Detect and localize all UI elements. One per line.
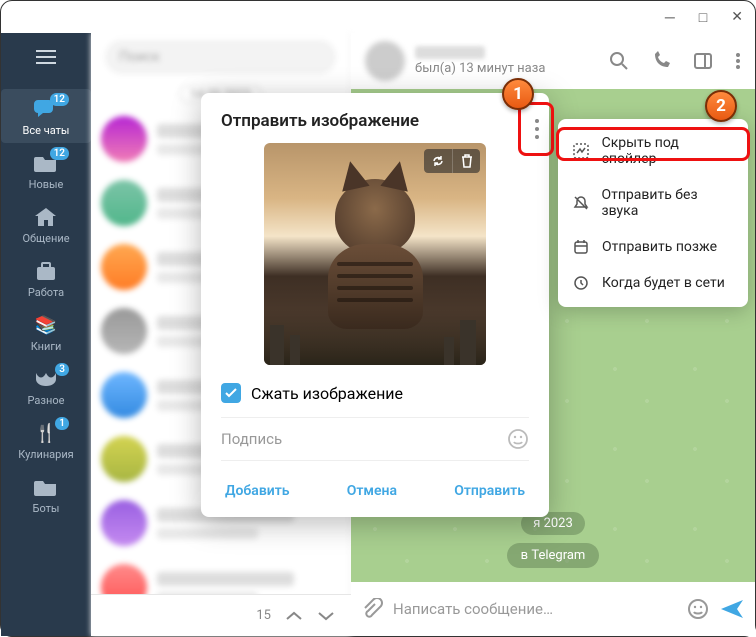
message-input[interactable]: Написать сообщение…	[393, 600, 677, 618]
send-image-dialog: Отправить изображение Сжать изображ	[201, 93, 549, 517]
window-controls: ─ □ ✕	[1, 1, 755, 33]
calendar-icon	[572, 239, 590, 255]
clock-icon	[572, 275, 590, 291]
home-icon	[32, 205, 60, 229]
add-button[interactable]: Добавить	[221, 477, 294, 505]
sidebar-label: Книги	[31, 340, 62, 353]
menu-item-online[interactable]: Когда будет в сети	[558, 265, 748, 301]
maximize-button[interactable]: □	[699, 9, 707, 26]
send-button[interactable]: Отправить	[450, 477, 529, 505]
chat-list-footer: 15	[91, 594, 351, 636]
minimize-button[interactable]: ─	[665, 9, 675, 26]
sidebar-item-work[interactable]: Работа	[1, 251, 91, 305]
callout-2: 2	[705, 90, 737, 122]
side-panel-icon[interactable]	[693, 51, 713, 71]
compress-checkbox-row[interactable]: Сжать изображение	[221, 383, 529, 403]
chat-name	[415, 46, 485, 59]
sidebar-item-communications[interactable]: Общение	[1, 197, 91, 251]
chat-status: был(а) 13 минут наза	[415, 61, 599, 76]
mute-icon	[572, 195, 589, 211]
close-button[interactable]: ✕	[731, 9, 743, 25]
sidebar-label: Боты	[33, 502, 60, 515]
sidebar-item-all-chats[interactable]: 12 Все чаты	[1, 89, 91, 143]
caption-input[interactable]: Подпись	[221, 430, 507, 448]
compress-label: Сжать изображение	[251, 384, 403, 403]
highlight-box-2	[556, 127, 750, 161]
search-bar: Поиск	[91, 33, 350, 81]
compose-bar: Написать сообщение…	[351, 582, 755, 636]
sidebar-item-bots[interactable]: Боты	[1, 467, 91, 521]
sidebar-item-new[interactable]: 12 Новые	[1, 143, 91, 197]
sidebar-item-cooking[interactable]: 🍴 1 Кулинария	[1, 413, 91, 467]
call-icon[interactable]	[651, 51, 671, 71]
sidebar-label: Общение	[22, 232, 69, 245]
menu-button[interactable]	[19, 39, 73, 75]
edit-image-button[interactable]	[424, 149, 452, 173]
send-button[interactable]	[719, 598, 745, 620]
badge: 1	[55, 417, 69, 430]
service-message: в Telegram	[507, 543, 600, 568]
folder-icon	[32, 475, 60, 499]
badge: 12	[50, 93, 69, 106]
chevron-down-icon[interactable]	[317, 610, 335, 622]
highlight-box-1	[518, 102, 554, 156]
cancel-button[interactable]: Отмена	[343, 477, 401, 505]
menu-label: Отправить без звука	[601, 187, 734, 219]
menu-item-silent[interactable]: Отправить без звука	[558, 177, 748, 229]
more-icon[interactable]	[735, 51, 741, 71]
sidebar-item-books[interactable]: 📚 Книги	[1, 305, 91, 359]
image-preview[interactable]	[264, 143, 486, 365]
sidebar-item-misc[interactable]: 3 Разное	[1, 359, 91, 413]
menu-label: Отправить позже	[602, 239, 717, 255]
emoji-icon[interactable]	[687, 598, 709, 620]
chat-count: 15	[256, 608, 271, 623]
briefcase-icon	[32, 259, 60, 283]
badge: 12	[50, 147, 69, 160]
sidebar-label: Работа	[28, 286, 64, 299]
checkbox-icon	[221, 383, 241, 403]
avatar[interactable]	[365, 41, 405, 81]
search-input[interactable]: Поиск	[105, 40, 336, 74]
emoji-icon[interactable]	[507, 428, 529, 450]
badge: 3	[55, 363, 69, 376]
sidebar-label: Новые	[29, 178, 64, 191]
chevron-up-icon[interactable]	[285, 610, 303, 622]
sidebar-label: Кулинария	[18, 448, 73, 461]
books-icon: 📚	[32, 313, 60, 337]
attach-icon[interactable]	[361, 598, 383, 620]
search-icon[interactable]	[609, 51, 629, 71]
sidebar-label: Все чаты	[23, 124, 70, 137]
menu-item-schedule[interactable]: Отправить позже	[558, 229, 748, 265]
chat-header: был(а) 13 минут наза	[351, 33, 755, 89]
delete-image-button[interactable]	[452, 149, 480, 173]
sidebar-label: Разное	[28, 394, 65, 407]
dialog-title: Отправить изображение	[221, 111, 529, 131]
callout-1: 1	[502, 78, 534, 110]
sidebar: 12 Все чаты 12 Новые Общение Работа 📚 Кн…	[1, 33, 91, 636]
menu-label: Когда будет в сети	[602, 275, 725, 291]
